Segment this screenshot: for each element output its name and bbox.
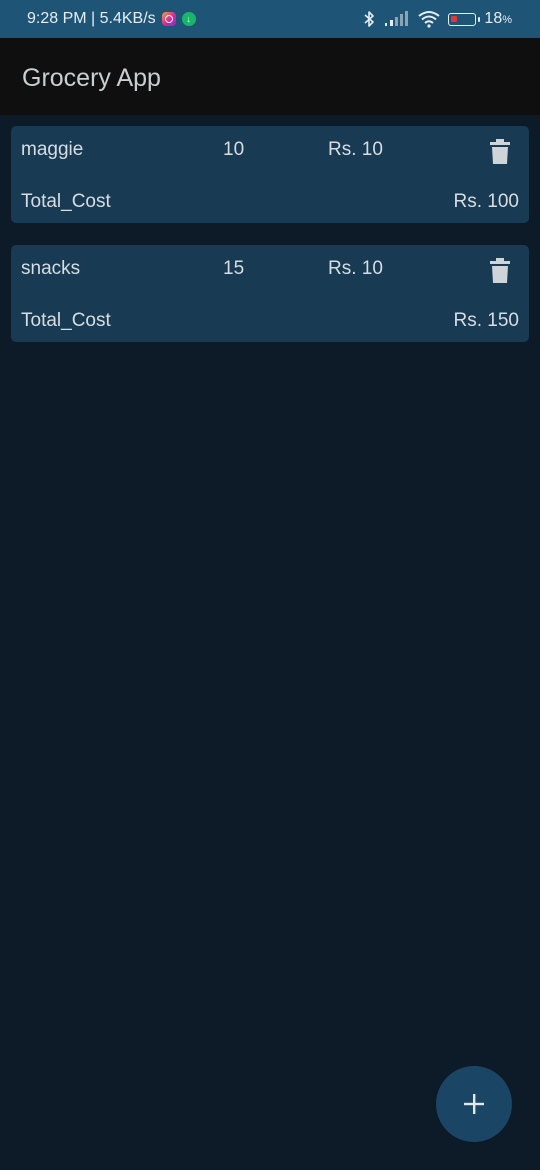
plus-icon: [464, 1094, 484, 1114]
status-left: 9:28 PM | 5.4KB/s ↓: [27, 0, 196, 38]
bluetooth-icon: [364, 11, 375, 27]
total-cost-label: Total_Cost: [21, 310, 111, 331]
battery-icon: [448, 12, 481, 26]
grocery-item-card: snacks 15 Rs. 10 Total_Cost Rs. 150: [11, 245, 529, 342]
app-bar: Grocery App: [0, 38, 540, 115]
app-title: Grocery App: [22, 64, 161, 92]
status-time-speed: 9:28 PM | 5.4KB/s: [27, 10, 156, 27]
item-price: Rs. 10: [328, 258, 383, 279]
status-bar: 9:28 PM | 5.4KB/s ↓ 18%: [0, 0, 540, 38]
total-cost-label: Total_Cost: [21, 191, 111, 212]
add-item-button[interactable]: [436, 1066, 512, 1142]
item-name: snacks: [21, 258, 81, 279]
instagram-icon: [161, 12, 176, 26]
item-quantity: 15: [223, 258, 245, 279]
signal-icon: [385, 11, 409, 26]
item-price: Rs. 10: [328, 139, 383, 160]
delete-button[interactable]: [487, 138, 513, 166]
trash-icon: [490, 258, 510, 283]
battery-percent: 18%: [484, 10, 512, 27]
item-name: maggie: [21, 139, 84, 160]
grocery-item-card: maggie 10 Rs. 10 Total_Cost Rs. 100: [11, 126, 529, 223]
download-icon: ↓: [181, 12, 196, 26]
wifi-icon: [418, 11, 441, 28]
delete-button[interactable]: [487, 257, 513, 285]
item-quantity: 10: [223, 139, 245, 160]
trash-icon: [490, 139, 510, 164]
total-cost-value: Rs. 150: [453, 310, 519, 331]
status-right: 18%: [362, 0, 512, 38]
total-cost-value: Rs. 100: [453, 191, 519, 212]
